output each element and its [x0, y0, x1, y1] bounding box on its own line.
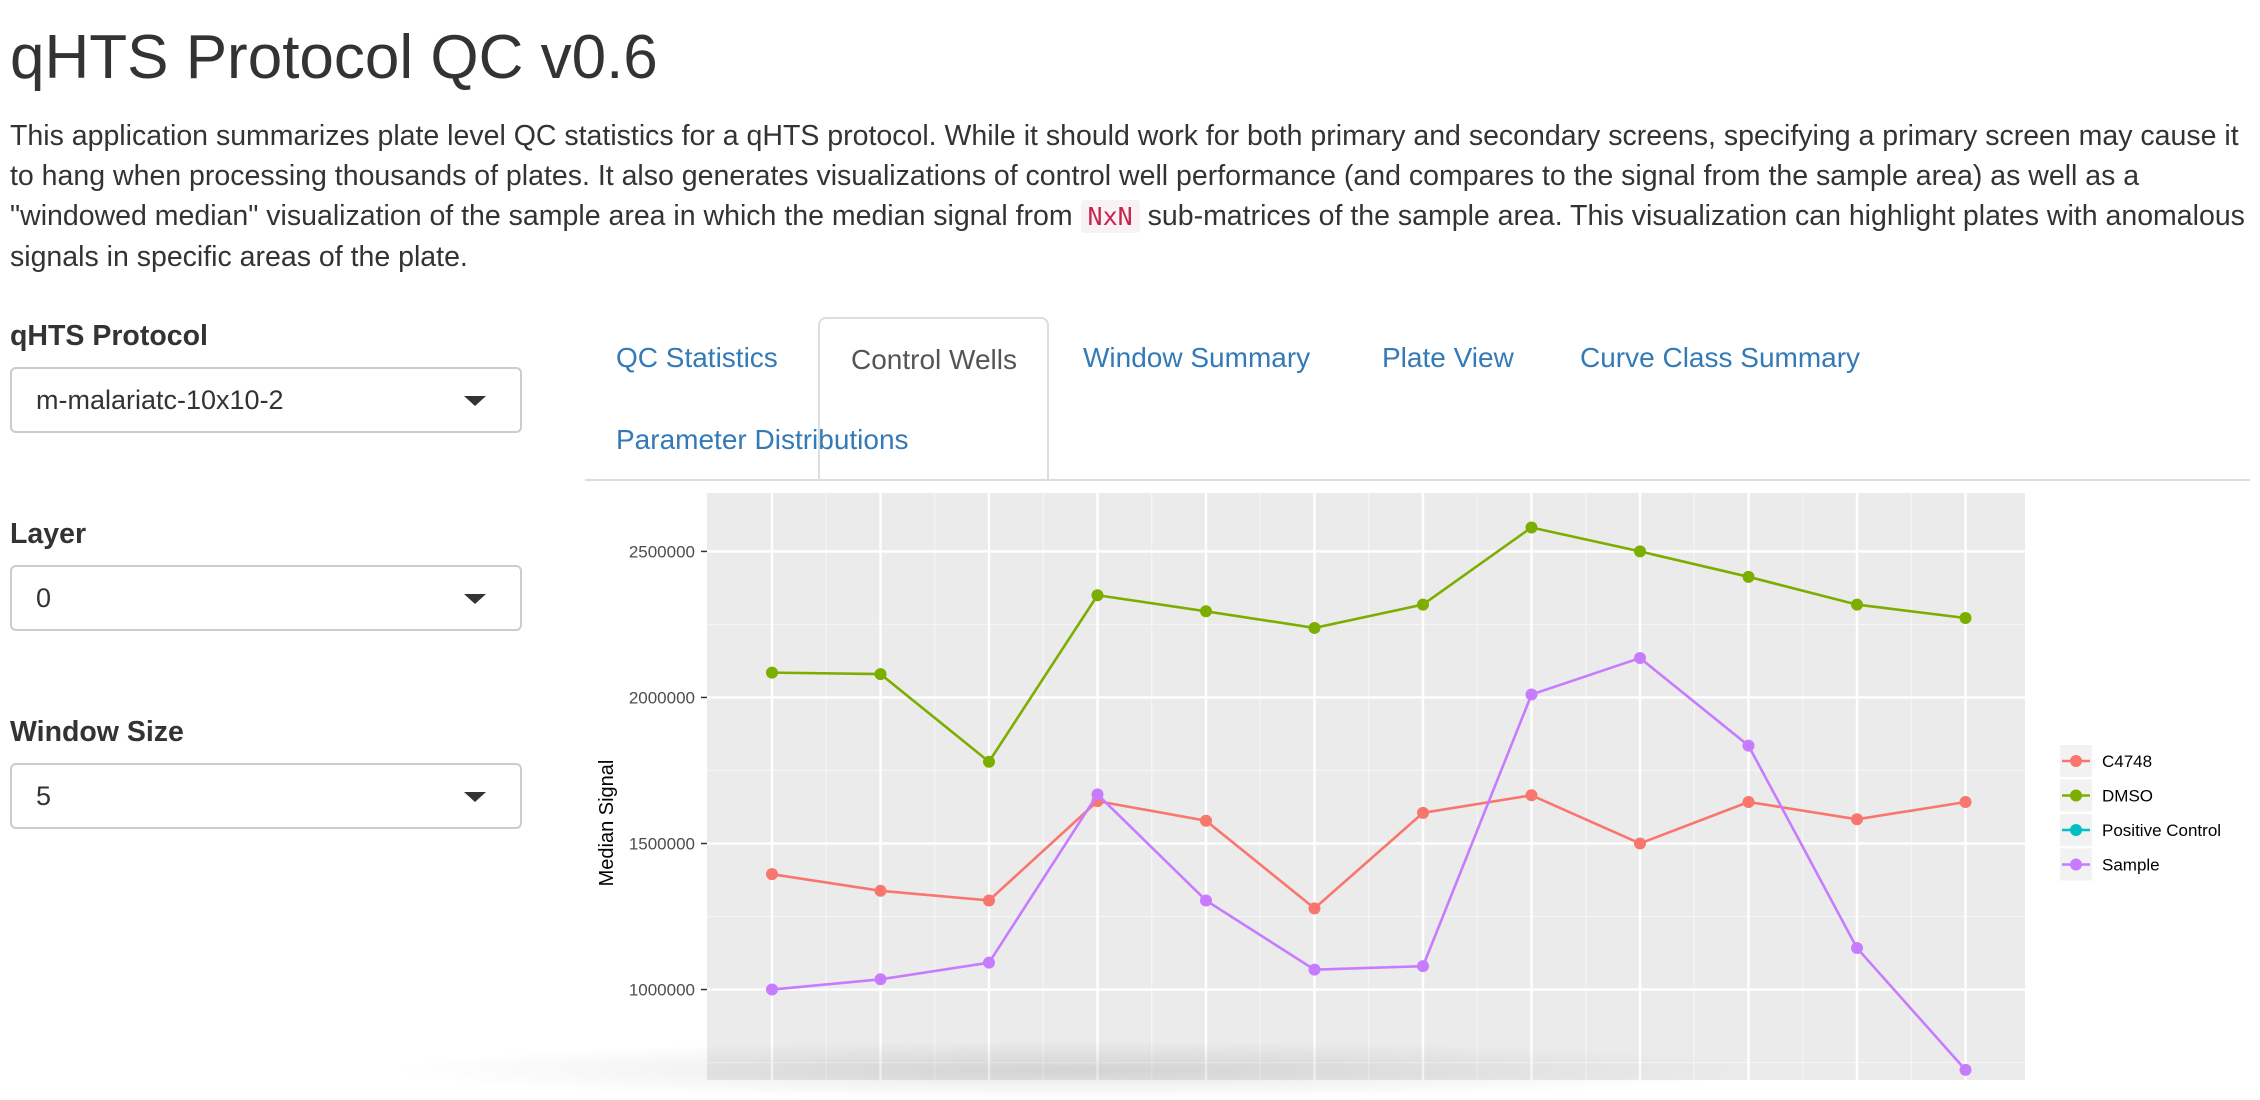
legend-label: C4748: [2102, 752, 2152, 771]
plot-panel: [707, 493, 2025, 1080]
data-point: [1525, 688, 1538, 701]
intro-code: NxN: [1080, 200, 1140, 233]
legend-label: DMSO: [2102, 787, 2153, 806]
data-point: [983, 755, 995, 768]
data-point: [766, 983, 778, 996]
legend-key-point: [2070, 755, 2082, 767]
data-point: [874, 884, 887, 897]
window-size-select-value: 5: [36, 781, 52, 811]
tab-curve-class-summary[interactable]: Curve Class Summary: [1580, 342, 1860, 374]
data-point: [874, 973, 887, 986]
data-point: [766, 666, 778, 679]
data-point: [1959, 796, 1972, 809]
tab-window-summary[interactable]: Window Summary: [1083, 342, 1310, 374]
y-tick-label: 2500000: [629, 542, 695, 561]
data-point: [1851, 598, 1863, 611]
data-point: [1417, 806, 1429, 819]
data-point: [1525, 789, 1538, 802]
data-point: [983, 956, 995, 969]
data-point: [1742, 570, 1755, 583]
intro-paragraph: This application summarizes plate level …: [10, 116, 2250, 277]
data-point: [1200, 894, 1212, 907]
y-tick-label: 2000000: [629, 688, 695, 707]
data-point: [1308, 902, 1321, 915]
protocol-select[interactable]: m-malariatc-10x10-2: [10, 367, 522, 433]
protocol-select-value: m-malariatc-10x10-2: [36, 385, 284, 415]
data-point: [1634, 837, 1646, 850]
layer-label: Layer: [10, 518, 87, 550]
protocol-label: qHTS Protocol: [10, 320, 208, 352]
data-point: [1742, 739, 1755, 752]
data-point: [983, 894, 995, 907]
y-tick-label: 1500000: [629, 834, 695, 853]
data-point: [874, 668, 887, 681]
tab-plate-view[interactable]: Plate View: [1382, 342, 1514, 374]
tab-qc-statistics[interactable]: QC Statistics: [616, 342, 778, 374]
legend-label: Sample: [2102, 856, 2160, 875]
window-size-label: Window Size: [10, 716, 184, 748]
data-point: [1417, 960, 1429, 973]
layer-select[interactable]: 0: [10, 565, 522, 631]
data-point: [1091, 589, 1104, 602]
y-tick-label: 1000000: [629, 981, 695, 1000]
data-point: [1959, 1063, 1972, 1076]
y-axis-title: Median Signal: [596, 760, 618, 887]
legend-key-point: [2070, 824, 2082, 836]
chevron-down-icon: [464, 594, 486, 604]
data-point: [1851, 813, 1863, 826]
data-point: [1851, 942, 1863, 955]
data-point: [1200, 605, 1212, 618]
data-point: [766, 868, 778, 881]
chevron-down-icon: [464, 396, 486, 406]
data-point: [1634, 545, 1646, 558]
data-point: [1308, 963, 1321, 976]
legend-label: Positive Control: [2102, 821, 2221, 840]
data-point: [1308, 621, 1321, 634]
tabs-divider: [585, 479, 2250, 481]
window-size-select[interactable]: 5: [10, 763, 522, 829]
control-wells-chart: 1000000 1500000 2000000 2500000 Median Signa…: [596, 493, 2221, 1080]
tab-parameter-distributions[interactable]: Parameter Distributions: [616, 424, 909, 456]
tab-control-wells[interactable]: Control Wells: [818, 317, 1049, 481]
data-point: [1959, 612, 1972, 625]
data-point: [1634, 652, 1646, 665]
layer-select-value: 0: [36, 583, 52, 613]
data-point: [1525, 521, 1538, 534]
legend-key-point: [2070, 789, 2082, 802]
data-point: [1200, 814, 1212, 827]
data-point: [1091, 788, 1104, 801]
legend-key-point: [2070, 858, 2082, 871]
chevron-down-icon: [464, 792, 486, 802]
data-point: [1417, 598, 1429, 611]
data-point: [1742, 796, 1755, 809]
page-title: qHTS Protocol QC v0.6: [10, 23, 658, 92]
